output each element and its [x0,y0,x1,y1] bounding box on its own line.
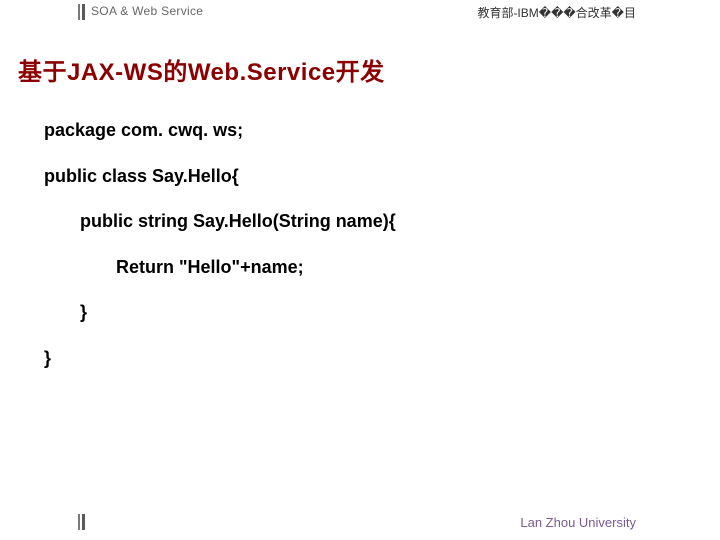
header-right-text: 教育部-IBM���合改革�目 [477,4,636,21]
code-line: public class Say.Hello{ [44,157,720,197]
slide-title: 基于JAX-WS的Web.Service开发 [18,52,720,87]
code-line: Return "Hello"+name; [116,248,720,288]
code-line: package com. cwq. ws; [44,111,720,151]
slide-header: SOA & Web Service 教育部-IBM���合改革�目 [0,0,720,24]
header-left-decoration [78,4,85,20]
header-left-text: SOA & Web Service [91,4,203,24]
footer-left-decoration [78,514,85,530]
code-line: } [80,293,720,333]
code-line: public string Say.Hello(String name){ [80,202,720,242]
code-block: package com. cwq. ws; public class Say.H… [44,111,720,379]
footer-text: Lan Zhou University [520,515,636,530]
code-line: } [44,339,720,379]
